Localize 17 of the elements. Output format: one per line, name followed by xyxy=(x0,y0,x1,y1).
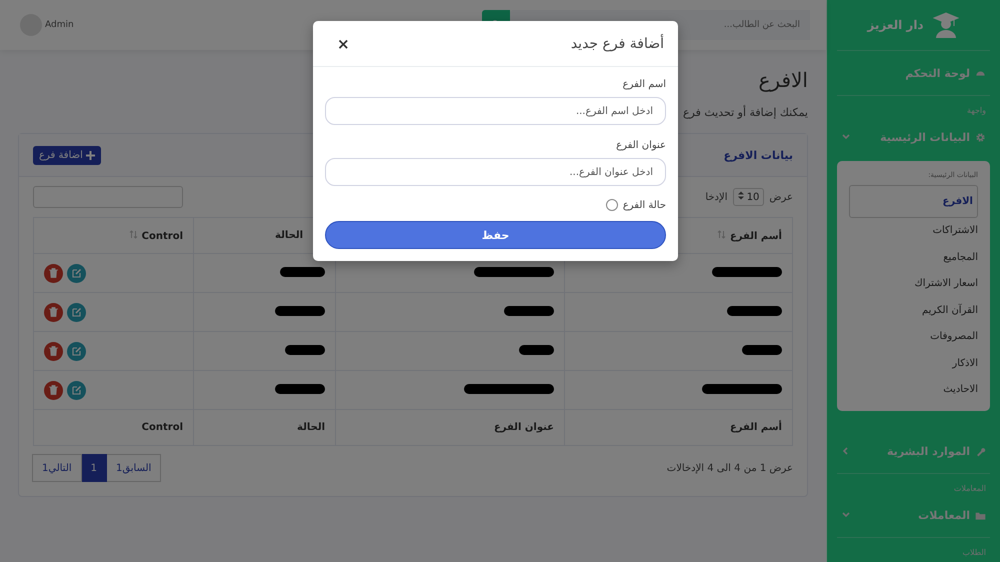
length-label: عرض xyxy=(769,192,793,202)
sidebar-heading: الطلاب xyxy=(962,548,986,557)
column-footer: عنوان الفرع xyxy=(494,422,554,433)
sidebar-heading: واجهة xyxy=(966,106,986,115)
checkbox-label: حالة الفرع xyxy=(622,200,666,210)
sidebar-heading: المعاملات xyxy=(954,484,986,493)
length-suffix: الإدخا xyxy=(705,192,728,202)
field-label: عنوان الفرع xyxy=(615,140,666,151)
column-footer: الحالة xyxy=(297,422,325,433)
brand-name: دار العزيز xyxy=(867,18,924,32)
card-title: بيانات الافرع xyxy=(724,148,793,162)
entries-info: عرض 1 من 4 الى 4 الإدخالات xyxy=(666,462,793,474)
page-subtitle: يمكنك إضافة أو تحديث فرع xyxy=(682,106,808,119)
field-label: اسم الفرع xyxy=(622,79,666,90)
page-title: الافرع xyxy=(758,68,808,92)
column-footer: Control xyxy=(142,422,183,433)
column-footer: أسم الفرع xyxy=(730,422,782,433)
